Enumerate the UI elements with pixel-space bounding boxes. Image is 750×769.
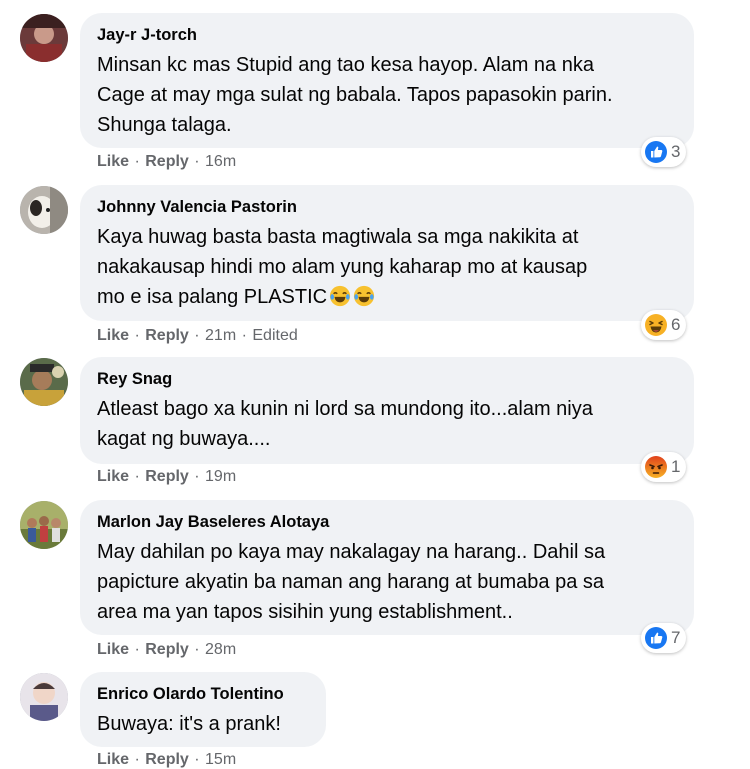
comment-time[interactable]: 16m xyxy=(205,153,236,170)
comment-text: Kaya huwag basta basta magtiwala sa mga … xyxy=(97,226,588,308)
reply-button[interactable]: Reply xyxy=(145,153,189,170)
comment-actions: Like · Reply · 15m xyxy=(97,751,237,768)
comment-time[interactable]: 28m xyxy=(205,641,236,658)
comment-text: May dahilan po kaya may nakalagay na har… xyxy=(97,541,606,623)
comment-bubble: Rey Snag Atleast bago xa kunin ni lord s… xyxy=(80,357,694,464)
avatar[interactable] xyxy=(20,186,68,234)
comment-time[interactable]: 21m xyxy=(205,327,236,344)
reaction-summary[interactable]: 6 xyxy=(641,310,687,340)
avatar[interactable] xyxy=(20,501,68,549)
avatar[interactable] xyxy=(20,358,68,406)
comment-bubble: Jay-r J-torch Minsan kc mas Stupid ang t… xyxy=(80,13,694,148)
comment-author[interactable]: Jay-r J-torch xyxy=(97,25,676,45)
reaction-summary[interactable]: 7 xyxy=(641,623,687,653)
comment-bubble: Marlon Jay Baseleres Alotaya May dahilan… xyxy=(80,500,694,635)
comment-actions: Like · Reply · 21m · Edited xyxy=(97,327,298,344)
comment-actions: Like · Reply · 19m xyxy=(97,468,237,485)
haha-icon xyxy=(644,313,668,337)
reaction-summary[interactable]: 1 xyxy=(641,452,687,482)
like-button[interactable]: Like xyxy=(97,468,129,485)
reaction-count: 7 xyxy=(671,628,681,647)
comment-actions: Like · Reply · 28m xyxy=(97,641,237,658)
comment-actions: Like · Reply · 16m xyxy=(97,153,237,170)
reaction-count: 3 xyxy=(671,142,681,161)
like-icon xyxy=(644,140,668,164)
comment-text: Minsan kc mas Stupid ang tao kesa hayop.… xyxy=(97,54,613,136)
avatar[interactable] xyxy=(20,673,68,721)
tears-of-joy-emoji-icon xyxy=(329,285,351,307)
comment-author[interactable]: Johnny Valencia Pastorin xyxy=(97,197,676,217)
reaction-summary[interactable]: 3 xyxy=(641,137,687,167)
comment-author[interactable]: Rey Snag xyxy=(97,369,676,389)
reply-button[interactable]: Reply xyxy=(145,327,189,344)
comment-text: Atleast bago xa kunin ni lord sa mundong… xyxy=(97,398,593,450)
like-button[interactable]: Like xyxy=(97,641,129,658)
comment-time[interactable]: 15m xyxy=(205,751,236,768)
reaction-count: 1 xyxy=(671,457,681,476)
comment-author[interactable]: Marlon Jay Baseleres Alotaya xyxy=(97,512,676,532)
angry-icon xyxy=(644,455,668,479)
comment-author[interactable]: Enrico Olardo Tolentino xyxy=(97,684,308,704)
comment-bubble: Johnny Valencia Pastorin Kaya huwag bast… xyxy=(80,185,694,321)
comment-text: Buwaya: it's a prank! xyxy=(97,713,281,735)
reply-button[interactable]: Reply xyxy=(145,641,189,658)
reply-button[interactable]: Reply xyxy=(145,468,189,485)
comment-time[interactable]: 19m xyxy=(205,468,236,485)
tears-of-joy-emoji-icon xyxy=(353,285,375,307)
like-button[interactable]: Like xyxy=(97,153,129,170)
edited-label[interactable]: Edited xyxy=(252,327,297,344)
like-button[interactable]: Like xyxy=(97,327,129,344)
like-button[interactable]: Like xyxy=(97,751,129,768)
avatar[interactable] xyxy=(20,14,68,62)
comment-bubble: Enrico Olardo Tolentino Buwaya: it's a p… xyxy=(80,672,326,747)
reaction-count: 6 xyxy=(671,315,681,334)
like-icon xyxy=(644,626,668,650)
reply-button[interactable]: Reply xyxy=(145,751,189,768)
